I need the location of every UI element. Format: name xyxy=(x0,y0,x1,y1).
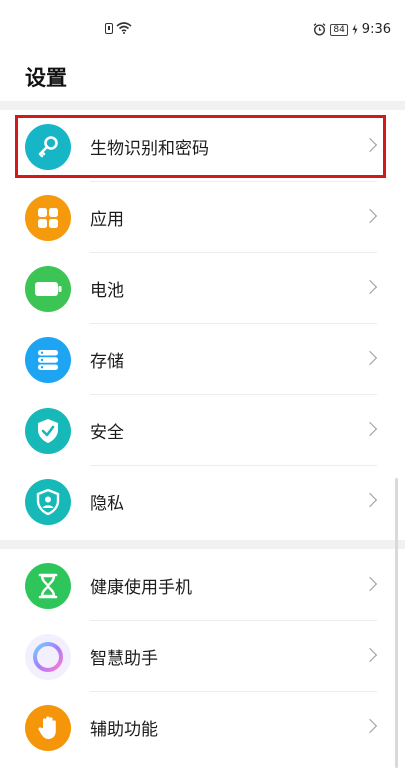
chevron-right-icon xyxy=(362,492,378,508)
settings-item-apps[interactable]: 应用 xyxy=(0,182,405,253)
scrollbar[interactable] xyxy=(395,478,398,768)
page-title: 设置 xyxy=(25,66,67,90)
settings-item-smart-assistant[interactable]: 智慧助手 xyxy=(0,621,405,692)
chevron-right-icon xyxy=(362,421,378,437)
settings-item-storage[interactable]: 存储 xyxy=(0,324,405,395)
settings-item-security[interactable]: 安全 xyxy=(0,395,405,466)
sim-card-icon xyxy=(105,22,113,34)
battery-icon xyxy=(25,266,71,312)
settings-item-label: 健康使用手机 xyxy=(90,578,192,598)
settings-item-label: 智慧助手 xyxy=(90,649,158,669)
chevron-right-icon xyxy=(362,208,378,224)
charging-bolt-icon xyxy=(352,24,358,35)
storage-icon xyxy=(25,337,71,383)
assistant-ring-icon xyxy=(25,634,71,680)
settings-item-privacy[interactable]: 隐私 xyxy=(0,466,405,537)
chevron-right-icon xyxy=(362,576,378,592)
hand-icon xyxy=(25,705,71,751)
chevron-right-icon xyxy=(362,718,378,734)
settings-item-label: 电池 xyxy=(90,281,124,301)
settings-item-label: 安全 xyxy=(90,423,124,443)
chevron-right-icon xyxy=(362,647,378,663)
status-left-icons xyxy=(105,22,132,34)
settings-item-label: 辅助功能 xyxy=(90,720,158,740)
highlight-box xyxy=(15,115,386,178)
settings-item-label: 存储 xyxy=(90,352,124,372)
battery-indicator: 84 xyxy=(330,23,348,36)
apps-grid-icon xyxy=(25,195,71,241)
chevron-right-icon xyxy=(362,350,378,366)
privacy-icon xyxy=(25,479,71,525)
settings-item-label: 应用 xyxy=(90,210,124,230)
settings-list-secondary: 健康使用手机 智慧助手 辅助功能 xyxy=(0,550,405,763)
section-divider xyxy=(0,540,405,549)
status-bar: 84 9:36 xyxy=(0,0,405,40)
settings-item-accessibility[interactable]: 辅助功能 xyxy=(0,692,405,763)
section-divider xyxy=(0,101,405,110)
shield-check-icon xyxy=(25,408,71,454)
hourglass-icon xyxy=(25,563,71,609)
settings-item-digital-balance[interactable]: 健康使用手机 xyxy=(0,550,405,621)
settings-item-label: 隐私 xyxy=(90,494,124,514)
chevron-right-icon xyxy=(362,279,378,295)
wifi-icon xyxy=(116,22,132,34)
settings-item-battery[interactable]: 电池 xyxy=(0,253,405,324)
clock-time: 9:36 xyxy=(361,22,391,37)
alarm-icon xyxy=(313,23,326,36)
status-right-icons: 84 9:36 xyxy=(313,22,391,37)
